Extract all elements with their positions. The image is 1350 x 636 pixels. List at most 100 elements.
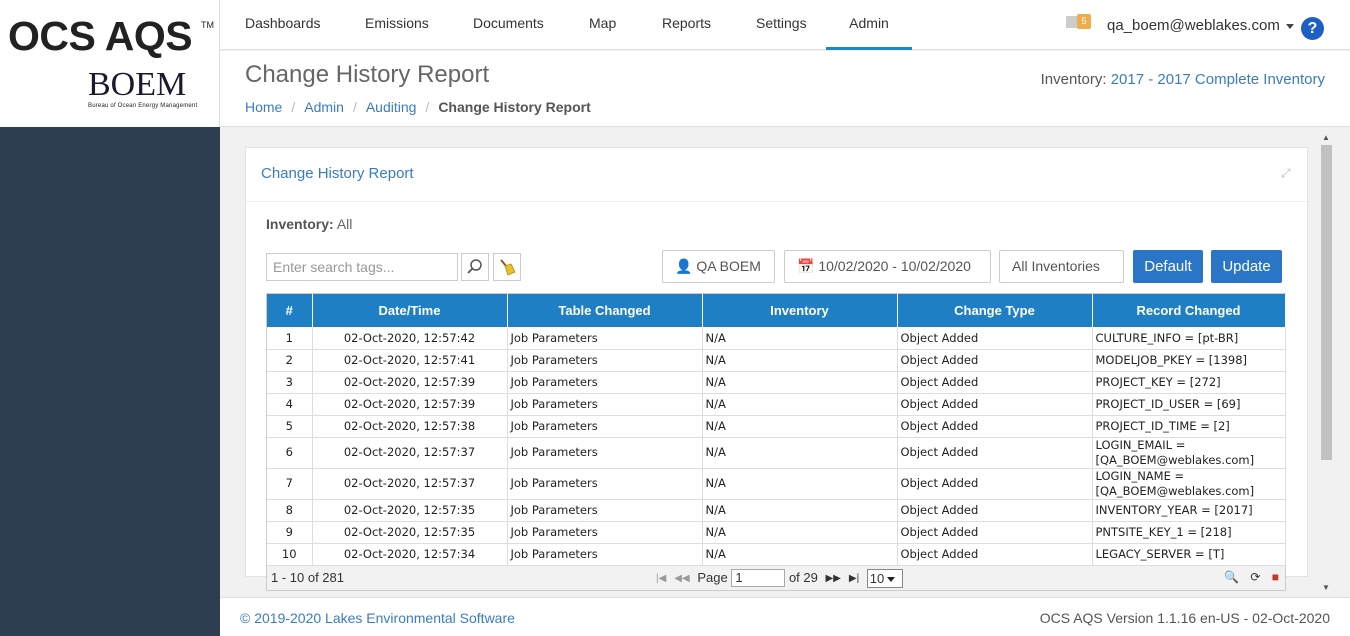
copyright[interactable]: © 2019-2020 Lakes Environmental Software [240, 610, 515, 626]
column-header-record-changed[interactable]: Record Changed [1092, 294, 1286, 327]
table-row[interactable]: 2 02-Oct-2020, 12:57:41 Job Parameters N… [267, 349, 1286, 372]
table-row[interactable]: 6 02-Oct-2020, 12:57:37 Job Parameters N… [267, 437, 1286, 469]
search-input[interactable]: Enter search tags... [266, 253, 458, 281]
table-row[interactable]: 1 02-Oct-2020, 12:57:42 Job Parameters N… [267, 327, 1286, 350]
change-history-grid: # Date/Time Table Changed Inventory Chan… [266, 293, 1286, 591]
cell-table-changed: Job Parameters [507, 468, 703, 500]
cell-inventory: N/A [702, 415, 898, 438]
export-icon[interactable]: ■ [1272, 570, 1279, 584]
trademark-mark: TM [201, 20, 214, 30]
table-row[interactable]: 10 02-Oct-2020, 12:57:34 Job Parameters … [267, 543, 1286, 566]
cell-datetime: 02-Oct-2020, 12:57:41 [312, 349, 508, 372]
scrollbar-thumb[interactable] [1321, 145, 1332, 460]
first-page-icon[interactable]: |◀ [656, 573, 666, 584]
nav-reports[interactable]: Reports [662, 0, 711, 50]
nav-settings[interactable]: Settings [756, 0, 807, 50]
default-button[interactable]: Default [1133, 250, 1203, 283]
app-logo: OCS AQS [8, 13, 193, 59]
grid-tools: 🔍 ⟳ ■ [1224, 570, 1279, 584]
cell-change-type: Object Added [897, 543, 1093, 566]
page-number-input[interactable]: 1 [731, 569, 786, 587]
inventory-link[interactable]: 2017 - 2017 Complete Inventory [1111, 71, 1325, 88]
nav-documents[interactable]: Documents [473, 0, 544, 50]
nav-admin[interactable]: Admin [826, 0, 912, 50]
refresh-icon[interactable]: ⟳ [1250, 570, 1260, 584]
column-header-inventory[interactable]: Inventory [702, 294, 898, 327]
column-header-number[interactable]: # [267, 294, 313, 327]
top-nav: Dashboards Emissions Documents Map Repor… [220, 0, 1350, 50]
page-title: Change History Report [245, 61, 490, 88]
cell-table-changed: Job Parameters [507, 543, 703, 566]
search-button[interactable] [461, 253, 489, 281]
cell-table-changed: Job Parameters [507, 393, 703, 416]
page-total-label: of 29 [788, 569, 818, 585]
cell-inventory: N/A [702, 327, 898, 350]
cell-datetime: 02-Oct-2020, 12:57:34 [312, 543, 508, 566]
page-navigation: |◀ ◀◀ Page 1 of 29 ▶▶ ▶| 10 [652, 568, 903, 588]
table-row[interactable]: 4 02-Oct-2020, 12:57:39 Job Parameters N… [267, 393, 1286, 416]
user-menu[interactable]: qa_boem@weblakes.com [1107, 17, 1294, 34]
date-range-picker[interactable]: 📅 10/02/2020 - 10/02/2020 [784, 250, 991, 301]
current-inventory: Inventory: 2017 - 2017 Complete Inventor… [1041, 71, 1325, 88]
calendar-icon: 📅 [797, 258, 815, 274]
cell-inventory: N/A [702, 393, 898, 416]
help-icon[interactable]: ? [1301, 17, 1324, 40]
breadcrumb-home[interactable]: Home [245, 99, 282, 115]
cell-number: 5 [267, 415, 313, 438]
table-row[interactable]: 3 02-Oct-2020, 12:57:39 Job Parameters N… [267, 371, 1286, 394]
panel-divider [246, 201, 1307, 202]
last-page-icon[interactable]: ▶| [849, 573, 859, 584]
breadcrumb-auditing[interactable]: Auditing [366, 99, 417, 115]
table-row[interactable]: 7 02-Oct-2020, 12:57:37 Job Parameters N… [267, 468, 1286, 500]
inventory-filter-value: All [336, 216, 353, 232]
cell-inventory: N/A [702, 437, 898, 469]
nav-emissions[interactable]: Emissions [365, 0, 429, 50]
update-button[interactable]: Update [1211, 250, 1282, 283]
next-page-icon[interactable]: ▶▶ [825, 573, 840, 584]
scroll-down-icon[interactable]: ▼ [1322, 583, 1330, 592]
search-icon[interactable]: 🔍 [1224, 570, 1239, 584]
page-header: Change History Report Home / Admin / Auditin… [220, 51, 1350, 127]
cell-change-type: Object Added [897, 327, 1093, 350]
page-size-select[interactable]: 10 [866, 568, 903, 588]
expand-icon[interactable]: ⤢ [1281, 166, 1293, 180]
inventory-label: Inventory: [1040, 71, 1107, 88]
cell-datetime: 02-Oct-2020, 12:57:39 [312, 393, 508, 416]
cell-inventory: N/A [702, 521, 898, 544]
cell-table-changed: Job Parameters [507, 371, 703, 394]
breadcrumb: Home / Admin / Auditing / Change History Repor… [245, 99, 591, 115]
scroll-up-icon[interactable]: ▲ [1322, 133, 1330, 142]
breadcrumb-current: Change History Report [438, 99, 591, 115]
table-row[interactable]: 9 02-Oct-2020, 12:57:35 Job Parameters N… [267, 521, 1286, 544]
table-row[interactable]: 8 02-Oct-2020, 12:57:35 Job Parameters N… [267, 499, 1286, 522]
user-email: qa_boem@weblakes.com [1107, 17, 1280, 34]
column-header-change-type[interactable]: Change Type [897, 294, 1093, 327]
prev-page-icon[interactable]: ◀◀ [674, 573, 689, 584]
column-header-table-changed[interactable]: Table Changed [507, 294, 703, 327]
cell-table-changed: Job Parameters [507, 499, 703, 522]
column-header-datetime[interactable]: Date/Time [312, 294, 508, 327]
agency-logo: BOEM [88, 66, 187, 103]
cell-number: 4 [267, 393, 313, 416]
cell-inventory: N/A [702, 499, 898, 522]
cell-change-type: Object Added [897, 393, 1093, 416]
footer: © 2019-2020 Lakes Environmental Software… [220, 597, 1350, 636]
cell-datetime: 02-Oct-2020, 12:57:37 [312, 468, 508, 500]
broom-icon [500, 259, 516, 276]
nav-map[interactable]: Map [589, 0, 616, 50]
cell-inventory: N/A [702, 349, 898, 372]
inventories-filter-dropdown[interactable]: All Inventories [999, 250, 1124, 301]
clear-search-button[interactable] [493, 253, 521, 281]
cell-change-type: Object Added [897, 437, 1093, 469]
cell-datetime: 02-Oct-2020, 12:57:35 [312, 521, 508, 544]
record-count: 1 - 10 of 281 [271, 569, 344, 585]
chevron-down-icon [1285, 23, 1294, 29]
cell-number: 2 [267, 349, 313, 372]
table-row[interactable]: 5 02-Oct-2020, 12:57:38 Job Parameters N… [267, 415, 1286, 438]
panel-title: Change History Report [261, 165, 414, 182]
breadcrumb-admin[interactable]: Admin [304, 99, 344, 115]
nav-dashboards[interactable]: Dashboards [245, 0, 321, 50]
cell-number: 1 [267, 327, 313, 350]
cell-table-changed: Job Parameters [507, 521, 703, 544]
user-filter-dropdown[interactable]: 👤 QA BOEM [662, 250, 775, 301]
